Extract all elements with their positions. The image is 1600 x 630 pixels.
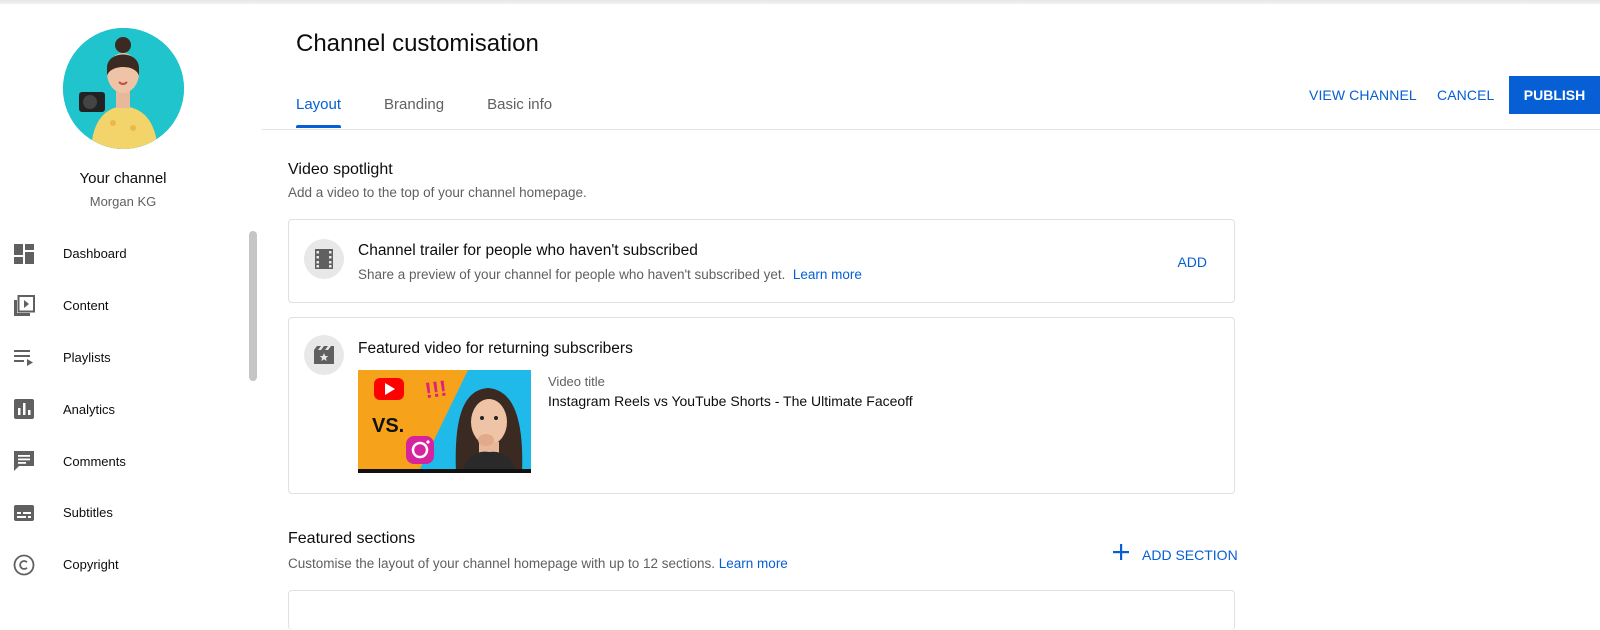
channel-handle: Morgan KG (89, 194, 157, 209)
tab-bar: Layout Branding Basic info (282, 86, 581, 130)
view-channel-button[interactable]: VIEW CHANNEL (1309, 87, 1417, 103)
channel-trailer-subtitle: Share a preview of your channel for peop… (358, 267, 862, 282)
featured-video-card: Featured video for returning subscribers… (288, 317, 1235, 494)
sidebar-item-label: Playlists (63, 349, 111, 365)
thumbnail-vs-text: VS. (372, 415, 404, 437)
thumbnail-image: VS. !!! (358, 370, 531, 473)
sidebar-nav: Dashboard Content Playlists Analytics Co… (0, 228, 240, 591)
film-icon (304, 239, 344, 279)
add-trailer-button[interactable]: ADD (1177, 254, 1207, 270)
featured-sections-card (288, 590, 1235, 630)
sidebar-item-playlists[interactable]: Playlists (0, 332, 240, 384)
sidebar-item-analytics[interactable]: Analytics (0, 383, 240, 435)
sidebar-item-label: Comments (63, 453, 126, 469)
featured-sections-subtitle: Customise the layout of your channel hom… (288, 556, 788, 571)
featured-video-icon (304, 335, 344, 375)
sidebar-item-label: Subtitles (63, 505, 113, 521)
featured-sections-description: Customise the layout of your channel hom… (288, 556, 716, 571)
sidebar-item-subtitles[interactable]: Subtitles (0, 487, 240, 539)
dashboard-icon (12, 242, 36, 266)
copyright-icon (12, 553, 36, 577)
trailer-learn-more-link[interactable]: Learn more (793, 267, 862, 282)
add-section-label: ADD SECTION (1142, 546, 1238, 563)
featured-sections-title: Featured sections (288, 530, 416, 547)
sidebar-scrollbar[interactable] (249, 231, 257, 381)
sidebar-item-content[interactable]: Content (0, 280, 240, 332)
thumbnail-exclaim-text: !!! (423, 375, 448, 403)
sidebar-item-label: Content (63, 298, 109, 314)
comments-icon (12, 449, 36, 473)
sidebar-item-label: Dashboard (63, 246, 127, 262)
channel-avatar[interactable] (63, 28, 184, 149)
sidebar-item-label: Analytics (63, 401, 116, 417)
content-icon (12, 294, 36, 318)
featured-video-title: Featured video for returning subscribers (358, 340, 633, 357)
video-spotlight-subtitle: Add a video to the top of your channel h… (288, 185, 587, 200)
cancel-button[interactable]: CANCEL (1437, 87, 1494, 103)
publish-button[interactable]: PUBLISH (1509, 76, 1600, 114)
tab-branding[interactable]: Branding (370, 86, 458, 128)
header-divider (262, 129, 1600, 130)
plus-icon (1112, 543, 1130, 566)
playlists-icon (12, 345, 36, 369)
video-spotlight-title: Video spotlight (288, 161, 393, 178)
channel-trailer-title: Channel trailer for people who haven't s… (358, 242, 698, 259)
channel-trailer-description: Share a preview of your channel for peop… (358, 267, 786, 282)
channel-name: Your channel (79, 170, 167, 187)
sidebar-item-dashboard[interactable]: Dashboard (0, 228, 240, 280)
tab-basic-info[interactable]: Basic info (473, 86, 566, 128)
sidebar-item-label: Copyright (63, 557, 119, 573)
channel-trailer-card: Channel trailer for people who haven't s… (288, 219, 1235, 303)
analytics-icon (12, 397, 36, 421)
video-thumbnail[interactable]: VS. !!! (358, 370, 531, 473)
sections-learn-more-link[interactable]: Learn more (719, 556, 788, 571)
add-section-button[interactable]: ADD SECTION (1112, 543, 1238, 566)
avatar-image (63, 28, 184, 149)
video-title-value: Instagram Reels vs YouTube Shorts - The … (548, 393, 913, 409)
sidebar: Your channel Morgan KG Dashboard Content… (0, 4, 262, 605)
sidebar-item-copyright[interactable]: Copyright (0, 539, 240, 591)
video-title-label: Video title (548, 374, 605, 389)
page-title: Channel customisation (296, 30, 539, 57)
subtitles-icon (12, 501, 36, 525)
sidebar-item-comments[interactable]: Comments (0, 435, 240, 487)
tab-layout[interactable]: Layout (282, 86, 355, 128)
